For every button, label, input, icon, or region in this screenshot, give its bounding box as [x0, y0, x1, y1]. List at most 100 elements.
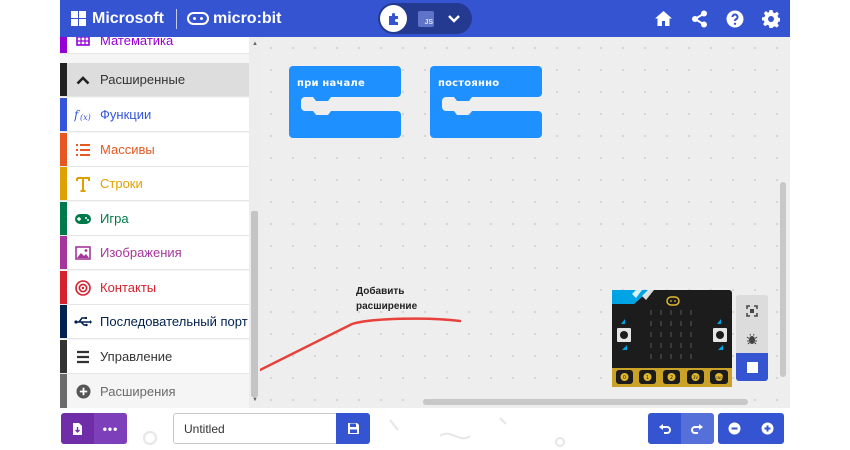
microbit-logo[interactable]: micro:bit — [187, 10, 281, 28]
category-label: Строки — [100, 176, 143, 191]
category-advanced[interactable]: Расширенные — [60, 63, 249, 97]
settings-icon[interactable] — [760, 8, 782, 30]
microsoft-grid-icon — [71, 11, 86, 26]
category-color-bar — [60, 305, 67, 338]
target-icon — [74, 279, 92, 297]
debug-icon[interactable] — [736, 325, 768, 353]
block-label: при начале — [297, 78, 365, 89]
block-shape — [430, 66, 542, 138]
category-label: Массивы — [100, 142, 155, 157]
category-images[interactable]: Изображения — [60, 236, 249, 270]
blocks-mode-button[interactable] — [380, 5, 407, 32]
category-game[interactable]: Игра — [60, 202, 249, 236]
project-name-input[interactable] — [173, 413, 336, 444]
category-color-bar — [60, 37, 67, 53]
category-color-bar — [60, 133, 67, 166]
zoom-group — [718, 413, 784, 444]
chevron-up-icon — [74, 71, 92, 89]
js-label: JS — [424, 18, 433, 26]
blocks-workspace[interactable]: при начале постоянно Добавить расширение — [260, 37, 790, 408]
help-icon[interactable] — [724, 8, 746, 30]
workspace-horizontal-scrollbar[interactable] — [423, 399, 748, 405]
header-actions — [652, 0, 782, 37]
microbit-brand-text: micro:bit — [213, 9, 282, 27]
category-pins[interactable]: Контакты — [60, 271, 249, 305]
category-arrays[interactable]: Массивы — [60, 133, 249, 167]
category-label: Математика — [100, 37, 174, 48]
category-control[interactable]: Управление — [60, 340, 249, 374]
category-label: Управление — [100, 349, 173, 364]
annotation-line-1: Добавить — [356, 286, 405, 297]
header-bar: Microsoft micro:bit JS — [60, 0, 790, 37]
microbit-board: 0 1 2 3V GND — [612, 290, 732, 387]
zoom-in-icon[interactable] — [751, 413, 784, 444]
list-icon — [74, 141, 92, 159]
download-button-group: ••• — [61, 413, 127, 444]
save-icon[interactable] — [336, 413, 370, 444]
microbit-icon — [187, 12, 209, 25]
scroll-up-arrow-icon[interactable]: ▲ — [252, 41, 258, 47]
calculator-icon — [74, 37, 92, 48]
text-icon — [74, 175, 92, 193]
scroll-down-arrow-icon[interactable]: ▼ — [252, 397, 258, 403]
category-serial[interactable]: Последовательный порт — [60, 305, 249, 339]
category-functions[interactable]: f (x) Функции — [60, 98, 249, 132]
page-margin-left — [0, 0, 60, 450]
annotation-text: Добавить расширение — [356, 284, 417, 314]
stop-icon[interactable] — [736, 353, 768, 381]
plus-circle-icon — [74, 382, 92, 400]
category-color-bar — [60, 340, 67, 373]
gamepad-icon — [74, 210, 92, 228]
category-color-bar — [60, 271, 67, 304]
category-label: Игра — [100, 211, 129, 226]
page-margin-right — [790, 0, 850, 450]
block-label: постоянно — [438, 78, 500, 89]
makecode-editor: Microsoft micro:bit JS Математика Расшир… — [0, 0, 850, 450]
category-label: Контакты — [100, 280, 157, 295]
home-icon[interactable] — [652, 8, 674, 30]
simulator-controls — [736, 295, 768, 381]
category-math[interactable]: Математика — [60, 37, 249, 54]
on-start-block[interactable]: при начале — [289, 66, 401, 138]
microbit-simulator[interactable]: 0 1 2 3V GND — [612, 290, 732, 387]
category-text[interactable]: Строки — [60, 167, 249, 201]
category-label: Изображения — [100, 245, 182, 260]
toolbox-scrollbar-thumb[interactable] — [251, 211, 258, 397]
more-options-button[interactable]: ••• — [94, 413, 127, 444]
bottom-toolbar: ••• — [60, 408, 790, 450]
forever-block[interactable]: постоянно — [430, 66, 542, 138]
svg-text:(x): (x) — [80, 113, 91, 122]
javascript-mode-button[interactable]: JS — [418, 10, 434, 27]
category-color-bar — [60, 167, 67, 200]
function-icon: f (x) — [74, 106, 92, 124]
share-icon[interactable] — [688, 8, 710, 30]
category-color-bar — [60, 202, 67, 235]
pin-label: 2 — [670, 375, 673, 381]
pin-label: 1 — [646, 375, 649, 381]
microsoft-brand-text: Microsoft — [92, 9, 164, 27]
undo-icon[interactable] — [648, 413, 681, 444]
pin-label: 3V — [693, 375, 699, 380]
download-icon[interactable] — [61, 413, 94, 444]
category-extensions[interactable]: Расширения — [60, 374, 249, 408]
category-label: Последовательный порт — [100, 314, 248, 329]
workspace-vertical-scrollbar[interactable] — [780, 182, 786, 377]
usb-icon — [74, 313, 92, 331]
pin-label: GND — [715, 376, 723, 380]
toolbox: Математика Расширенные f (x) Функции Масс… — [60, 37, 260, 408]
redo-icon[interactable] — [681, 413, 714, 444]
category-color-bar — [60, 236, 67, 269]
microsoft-logo[interactable]: Microsoft — [71, 10, 164, 28]
image-icon — [74, 244, 92, 262]
fullscreen-icon[interactable] — [736, 297, 768, 325]
category-color-bar — [60, 63, 67, 96]
category-label: Функции — [100, 107, 152, 122]
undo-redo-group — [648, 413, 714, 444]
category-color-bar — [60, 98, 67, 131]
zoom-out-icon[interactable] — [718, 413, 751, 444]
category-color-bar — [60, 374, 67, 408]
editor-mode-toggle: JS — [378, 3, 472, 34]
category-label: Расширенные — [100, 72, 186, 87]
annotation-line-2: расширение — [356, 301, 418, 312]
mode-dropdown-chevron-icon[interactable] — [448, 11, 460, 26]
